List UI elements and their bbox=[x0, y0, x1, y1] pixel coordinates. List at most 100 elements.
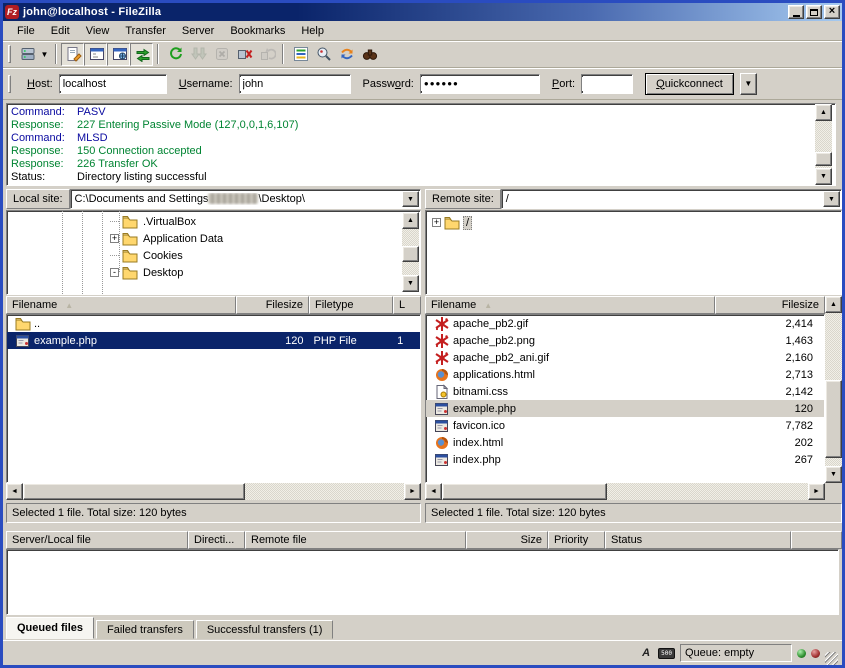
titlebar[interactable]: Fz john@localhost - FileZilla × bbox=[3, 3, 842, 21]
expand-icon[interactable]: - bbox=[110, 268, 119, 277]
maximize-button[interactable] bbox=[806, 5, 822, 19]
toggle-transfer-queue-button[interactable] bbox=[130, 43, 153, 66]
file-row-applications-html[interactable]: applications.html2,713 bbox=[426, 366, 824, 383]
queue-column-size[interactable]: Size bbox=[466, 531, 548, 549]
tree-item-desktop[interactable]: - Desktop bbox=[110, 264, 185, 281]
reconnect-button[interactable] bbox=[255, 43, 278, 66]
scroll-left-icon[interactable]: ◄ bbox=[6, 483, 23, 500]
host-input[interactable] bbox=[60, 77, 166, 91]
file-row-apache_pb2-gif[interactable]: apache_pb2.gif2,414 bbox=[426, 315, 824, 332]
scroll-right-icon[interactable]: ► bbox=[808, 483, 825, 500]
queue-column-server-local-file[interactable]: Server/Local file bbox=[6, 531, 188, 549]
directory-comparison-button[interactable] bbox=[311, 43, 334, 66]
log-scrollbar[interactable]: ▲ ▼ bbox=[815, 104, 832, 185]
expand-icon[interactable]: + bbox=[432, 218, 441, 227]
remote-vscrollbar[interactable]: ▲ ▼ bbox=[825, 296, 842, 483]
scroll-down-icon[interactable]: ▼ bbox=[815, 168, 832, 185]
menu-view[interactable]: View bbox=[78, 23, 118, 39]
local-path-dropdown-icon[interactable]: ▼ bbox=[402, 191, 419, 207]
filter-button[interactable] bbox=[288, 43, 311, 66]
refresh-button[interactable] bbox=[163, 43, 186, 66]
local-hscrollbar[interactable]: ◄ ► bbox=[6, 483, 421, 500]
file-row-apache_pb2_ani-gif[interactable]: apache_pb2_ani.gif2,160 bbox=[426, 349, 824, 366]
tree-item-label[interactable]: Desktop bbox=[141, 267, 185, 279]
speed-limits-icon[interactable]: 500 bbox=[658, 648, 675, 659]
menu-help[interactable]: Help bbox=[293, 23, 332, 39]
scroll-right-icon[interactable]: ► bbox=[404, 483, 421, 500]
toolbar-gripper[interactable] bbox=[8, 45, 11, 63]
file-row--[interactable]: .. bbox=[7, 315, 420, 332]
remote-vscrollbar-thumb[interactable] bbox=[825, 380, 842, 458]
tree-item--virtualbox[interactable]: .VirtualBox bbox=[110, 213, 198, 230]
data-type-indicator-icon[interactable]: A bbox=[639, 647, 653, 659]
local-path-combo[interactable]: C:\Documents and Settings\Desktop\ ▼ bbox=[70, 189, 421, 209]
queue-column-directi-[interactable]: Directi... bbox=[188, 531, 245, 549]
cancel-operation-button[interactable] bbox=[209, 43, 232, 66]
queue-column-priority[interactable]: Priority bbox=[548, 531, 605, 549]
find-files-button[interactable] bbox=[357, 43, 380, 66]
scroll-down-icon[interactable]: ▼ bbox=[825, 466, 842, 483]
menu-bookmarks[interactable]: Bookmarks bbox=[222, 23, 293, 39]
tab-queued-files[interactable]: Queued files bbox=[6, 617, 94, 639]
queue-column-status[interactable]: Status bbox=[605, 531, 791, 549]
tab-successful-transfers-1-[interactable]: Successful transfers (1) bbox=[196, 620, 334, 639]
menu-transfer[interactable]: Transfer bbox=[117, 23, 174, 39]
toolbar-gripper[interactable] bbox=[8, 75, 11, 93]
menu-server[interactable]: Server bbox=[174, 23, 222, 39]
transfer-queue-list[interactable] bbox=[6, 549, 839, 615]
scroll-left-icon[interactable]: ◄ bbox=[425, 483, 442, 500]
remote-directory-tree[interactable]: + / bbox=[425, 210, 842, 295]
column-header-filesize-remote[interactable]: Filesize bbox=[715, 296, 825, 314]
tree-item-cookies[interactable]: Cookies bbox=[110, 247, 185, 264]
tree-item-application-data[interactable]: + Application Data bbox=[110, 230, 225, 247]
local-file-list[interactable]: ..example.php120PHP File1 bbox=[6, 314, 421, 483]
scroll-up-icon[interactable]: ▲ bbox=[825, 296, 842, 313]
remote-hscrollbar-thumb[interactable] bbox=[442, 483, 607, 500]
file-row-bitnami-css[interactable]: bitnami.css2,142 bbox=[426, 383, 824, 400]
message-log[interactable]: Command:PASVResponse:227 Entering Passiv… bbox=[6, 103, 836, 186]
scroll-up-icon[interactable]: ▲ bbox=[402, 212, 419, 229]
file-row-apache_pb2-png[interactable]: apache_pb2.png1,463 bbox=[426, 332, 824, 349]
process-queue-button[interactable] bbox=[186, 43, 209, 66]
column-header-l-local[interactable]: L bbox=[393, 296, 421, 314]
file-row-favicon-ico[interactable]: favicon.ico7,782 bbox=[426, 417, 824, 434]
file-row-index-php[interactable]: index.php267 bbox=[426, 451, 824, 468]
site-manager-button[interactable] bbox=[15, 43, 38, 66]
queue-column-blank[interactable] bbox=[791, 531, 842, 549]
menu-edit[interactable]: Edit bbox=[43, 23, 78, 39]
menu-file[interactable]: File bbox=[9, 23, 43, 39]
quickconnect-dropdown-button[interactable]: ▼ bbox=[740, 73, 757, 95]
synchronized-browsing-button[interactable] bbox=[334, 43, 357, 66]
scroll-down-icon[interactable]: ▼ bbox=[402, 275, 419, 292]
site-manager-dropdown-button[interactable]: ▼ bbox=[38, 43, 51, 66]
tree-item-label[interactable]: .VirtualBox bbox=[141, 216, 198, 228]
remote-file-list[interactable]: apache_pb2.gif2,414apache_pb2.png1,463ap… bbox=[425, 314, 825, 483]
queue-column-remote-file[interactable]: Remote file bbox=[245, 531, 466, 549]
tree-item-label[interactable]: Application Data bbox=[141, 233, 225, 245]
port-input[interactable] bbox=[582, 77, 632, 91]
tree-item-label[interactable]: Cookies bbox=[141, 250, 185, 262]
username-input[interactable] bbox=[240, 77, 350, 91]
tree-item-root[interactable]: + / bbox=[432, 214, 472, 231]
quickconnect-button[interactable]: Quickconnect bbox=[645, 73, 734, 95]
file-row-index-html[interactable]: index.html202 bbox=[426, 434, 824, 451]
remote-path-dropdown-icon[interactable]: ▼ bbox=[823, 191, 840, 207]
toggle-remote-tree-button[interactable] bbox=[107, 43, 130, 66]
column-header-filetype-local[interactable]: Filetype bbox=[309, 296, 393, 314]
column-header-filename-local[interactable]: Filename▲ bbox=[6, 296, 236, 314]
local-hscrollbar-thumb[interactable] bbox=[23, 483, 245, 500]
column-header-filesize-local[interactable]: Filesize bbox=[236, 296, 309, 314]
toggle-message-log-button[interactable] bbox=[61, 43, 84, 66]
expand-icon[interactable]: + bbox=[110, 234, 119, 243]
tab-failed-transfers[interactable]: Failed transfers bbox=[96, 620, 194, 639]
toggle-local-tree-button[interactable] bbox=[84, 43, 107, 66]
local-tree-scrollbar[interactable]: ▲ ▼ bbox=[402, 212, 419, 292]
file-row-example-php[interactable]: example.php120 bbox=[426, 400, 824, 417]
remote-path-combo[interactable]: / ▼ bbox=[501, 189, 842, 209]
disconnect-button[interactable] bbox=[232, 43, 255, 66]
local-tree-scrollbar-thumb[interactable] bbox=[402, 246, 419, 262]
password-input[interactable] bbox=[421, 77, 539, 91]
local-directory-tree[interactable]: ▲ ▼ .VirtualBox + Application Data Cookies -… bbox=[6, 210, 421, 295]
file-row-example-php[interactable]: example.php120PHP File1 bbox=[7, 332, 420, 349]
tree-item-label[interactable]: / bbox=[463, 216, 472, 230]
